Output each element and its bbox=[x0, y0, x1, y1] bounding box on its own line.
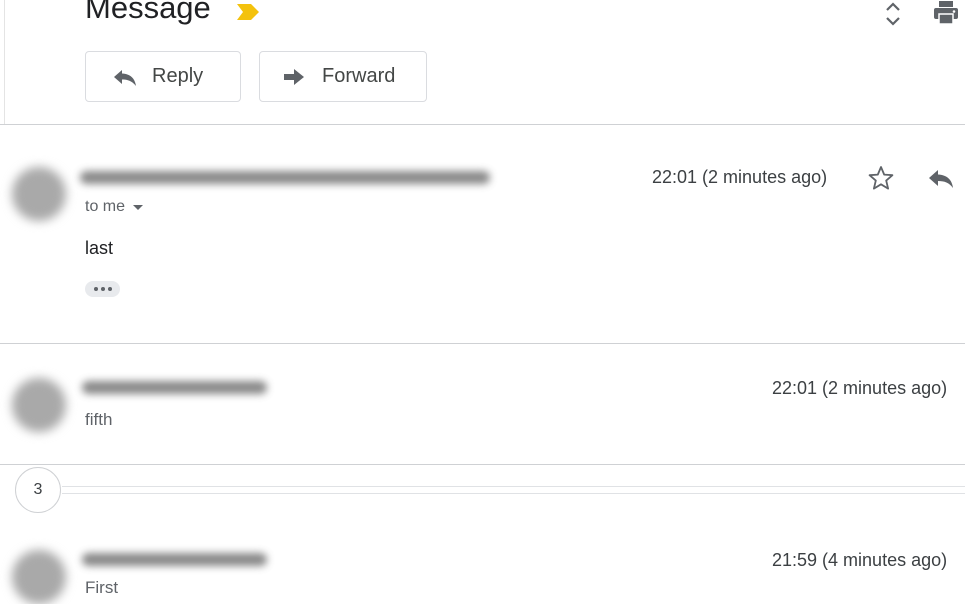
star-icon[interactable] bbox=[867, 165, 895, 191]
sender-name-redacted[interactable] bbox=[80, 171, 490, 184]
label-marker-icon[interactable] bbox=[236, 3, 260, 21]
sender-avatar[interactable] bbox=[12, 167, 66, 221]
print-icon[interactable] bbox=[932, 0, 960, 26]
more-dots-icon[interactable] bbox=[85, 281, 120, 297]
reply-icon bbox=[112, 67, 138, 87]
sender-avatar[interactable] bbox=[12, 378, 66, 432]
message-time[interactable]: 21:59 (4 minutes ago) bbox=[772, 550, 947, 571]
divider bbox=[0, 124, 965, 125]
divider bbox=[0, 464, 965, 465]
message-body: last bbox=[85, 238, 114, 258]
divider bbox=[0, 343, 965, 344]
chevron-down-icon bbox=[133, 204, 144, 210]
expand-all-icon[interactable] bbox=[880, 0, 906, 28]
left-border bbox=[4, 0, 5, 125]
forward-icon bbox=[282, 67, 308, 87]
forward-button-label: Forward bbox=[322, 65, 396, 87]
reply-button-label: Reply bbox=[152, 65, 204, 87]
sender-name-redacted[interactable] bbox=[82, 381, 267, 394]
forward-button[interactable]: Forward bbox=[259, 51, 427, 102]
reply-button[interactable]: Reply bbox=[85, 51, 241, 102]
sender-name-redacted[interactable] bbox=[82, 553, 267, 566]
reply-icon[interactable] bbox=[927, 167, 955, 189]
message-snippet[interactable]: First bbox=[85, 578, 118, 598]
recipient-details[interactable]: to me bbox=[85, 198, 144, 216]
message-time[interactable]: 22:01 (2 minutes ago) bbox=[772, 378, 947, 399]
subject-title: Message bbox=[85, 0, 211, 25]
collapsed-stack-line bbox=[62, 486, 965, 487]
hidden-messages-count[interactable]: 3 bbox=[15, 467, 61, 513]
collapsed-stack-line bbox=[62, 493, 965, 494]
sender-avatar[interactable] bbox=[12, 550, 66, 604]
message-time[interactable]: 22:01 (2 minutes ago) bbox=[652, 167, 827, 188]
message-snippet[interactable]: fifth bbox=[85, 410, 112, 430]
recipient-label: to me bbox=[85, 198, 126, 215]
